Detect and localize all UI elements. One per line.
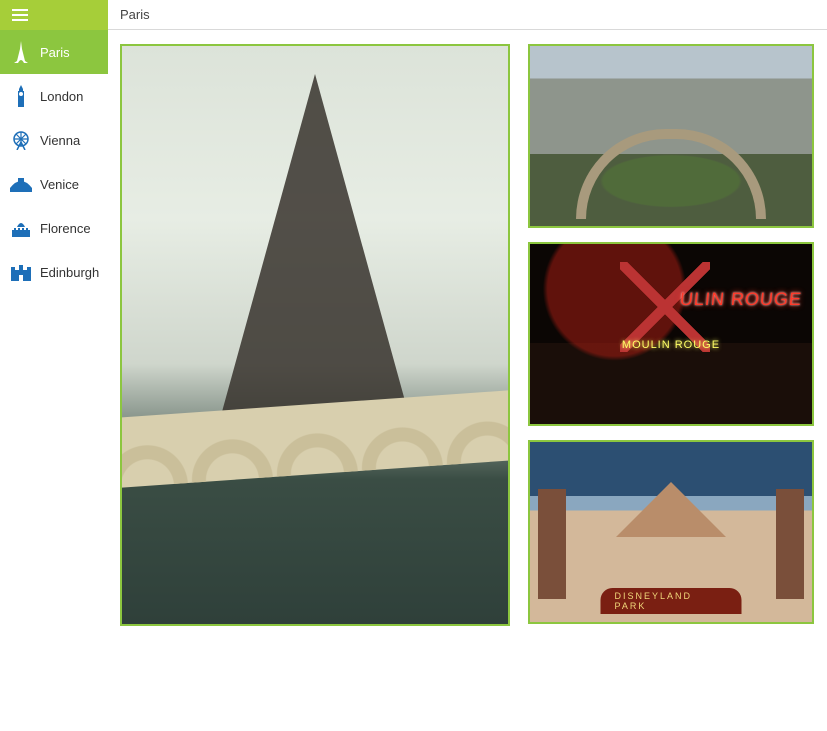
sidebar-item-edinburgh[interactable]: Edinburgh <box>0 250 108 294</box>
hamburger-button[interactable] <box>0 0 108 30</box>
sidebar-item-label: London <box>40 89 83 104</box>
gallery-image-small-3[interactable]: DISNEYLAND PARK <box>528 440 814 624</box>
sidebar-item-label: Vienna <box>40 133 80 148</box>
gallery-image-small-1[interactable] <box>528 44 814 228</box>
page-title: Paris <box>120 7 150 22</box>
sidebar-item-florence[interactable]: Florence <box>0 206 108 250</box>
gallery-right-column: ULIN ROUGE MOULIN ROUGE DISNEYLAND PARK <box>528 44 814 721</box>
gallery-image-small-2[interactable]: ULIN ROUGE MOULIN ROUGE <box>528 242 814 426</box>
sidebar-item-label: Edinburgh <box>40 265 99 280</box>
main: Paris ULIN ROUGE MOULIN ROUGE DISNEYLAND… <box>108 0 827 731</box>
gallery: ULIN ROUGE MOULIN ROUGE DISNEYLAND PARK <box>120 44 815 721</box>
sidebar-item-label: Paris <box>40 45 70 60</box>
eiffel-tower-icon <box>10 41 32 63</box>
duomo-icon <box>10 219 32 237</box>
sidebar-item-london[interactable]: London <box>0 74 108 118</box>
app-root: Paris London Vienna <box>0 0 827 731</box>
ferris-wheel-icon <box>10 130 32 150</box>
big-ben-icon <box>10 85 32 107</box>
header: Paris <box>108 0 827 30</box>
castle-icon <box>10 263 32 281</box>
sidebar-item-paris[interactable]: Paris <box>0 30 108 74</box>
moulin-rouge-marquee: MOULIN ROUGE <box>622 339 720 351</box>
bridge-icon <box>10 176 32 192</box>
disneyland-arch-sign: DISNEYLAND PARK <box>601 588 742 614</box>
sidebar: Paris London Vienna <box>0 0 108 731</box>
sidebar-item-vienna[interactable]: Vienna <box>0 118 108 162</box>
moulin-rouge-sign: ULIN ROUGE <box>679 289 803 310</box>
sidebar-item-venice[interactable]: Venice <box>0 162 108 206</box>
sidebar-item-label: Florence <box>40 221 91 236</box>
content-scroll[interactable]: ULIN ROUGE MOULIN ROUGE DISNEYLAND PARK <box>108 30 827 731</box>
hamburger-icon <box>12 9 28 21</box>
sidebar-item-label: Venice <box>40 177 79 192</box>
gallery-image-large[interactable] <box>120 44 510 626</box>
